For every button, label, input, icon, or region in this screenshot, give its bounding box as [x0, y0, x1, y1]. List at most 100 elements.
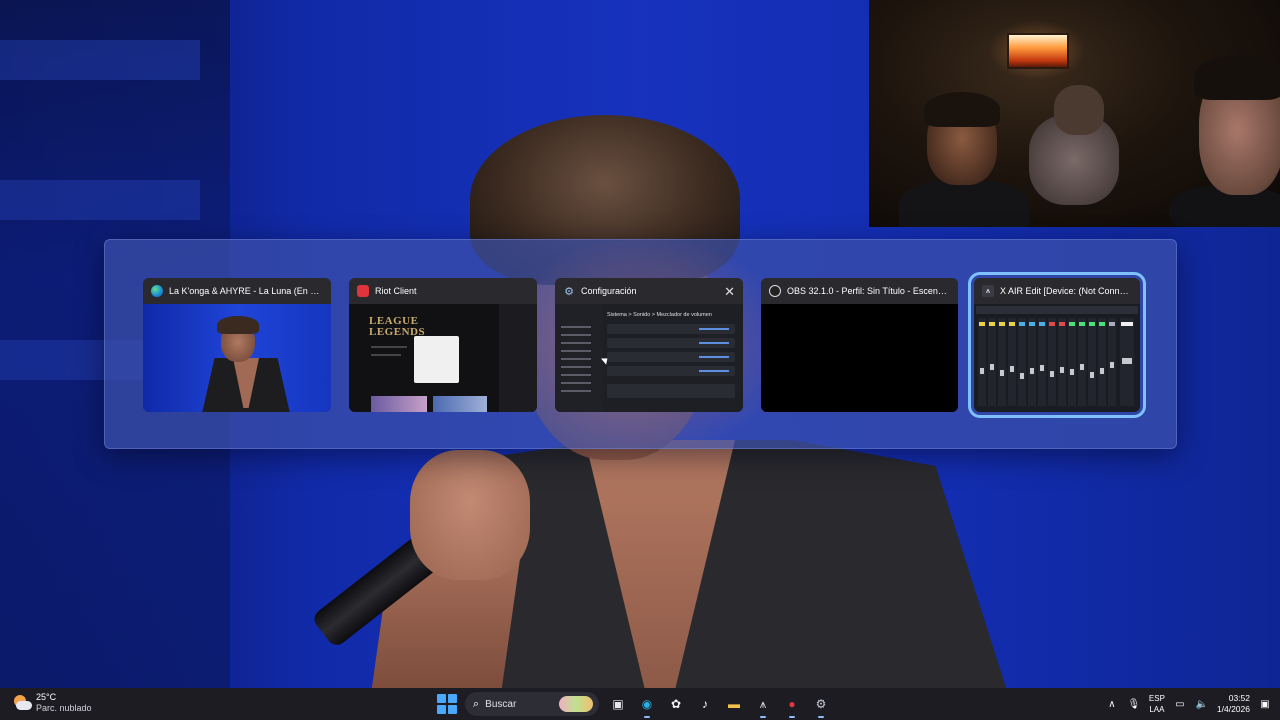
webcam-person-middle-head [1054, 85, 1104, 135]
webcam-person-left-body [899, 180, 1029, 227]
task-view-icon[interactable]: ▣ [607, 693, 629, 715]
thumb-mixer-channel [1088, 318, 1096, 406]
window-thumbnail [143, 304, 331, 412]
thumb-settings-sidebar [555, 304, 603, 412]
taskbar-clock[interactable]: 03:52 1/4/2026 [1217, 693, 1250, 715]
window-titlebar: La K'onga & AHYRE - La Luna (En Vivo Est… [143, 278, 331, 304]
thumb-mixer-master [1120, 318, 1134, 406]
taskbar-app-list: ▣ ◉ ✿ ♪ ▬ ⩚ ● ⚙ [607, 693, 832, 718]
thumb-mixer-channel [1038, 318, 1046, 406]
thumb-sidebar-item [561, 382, 591, 384]
thumb-sidebar-item [561, 390, 591, 392]
thumb-mixer-channel [1058, 318, 1066, 406]
chatgpt-icon[interactable]: ✿ [665, 693, 687, 715]
thumb-mixer-channel [978, 318, 986, 406]
thumb-game-art [371, 396, 427, 412]
thumb-mixer-channel [1028, 318, 1036, 406]
taskbar-center: ⌕ Buscar ▣ ◉ ✿ ♪ ▬ ⩚ ● ⚙ [437, 691, 832, 718]
system-tray: ∧ 🎙 ESP LAA ▭ 🔈 03:52 1/4/2026 ▣ [1105, 691, 1272, 717]
riot-icon [357, 285, 369, 297]
window-thumbnail: Sistema > Sonido > Mezclador de volumen [555, 304, 743, 412]
thumb-mixer-channel [988, 318, 996, 406]
thumb-breadcrumb: Sistema > Sonido > Mezclador de volumen [607, 312, 712, 318]
volume-icon[interactable]: 🔈 [1195, 697, 1209, 711]
windows-start-icon[interactable] [437, 694, 457, 714]
weather-condition: Parc. nublado [36, 703, 92, 713]
thumb-sidebar-item [561, 334, 591, 336]
thumb-volume-row [607, 366, 735, 376]
window-card-xair-edit[interactable]: ⩚ X AIR Edit [Device: (Not Connected)] [968, 272, 1146, 418]
window-card-obs[interactable]: OBS 32.1.0 - Perfil: Sin Título - Escena… [761, 278, 958, 412]
taskbar-search[interactable]: ⌕ Buscar [465, 692, 599, 716]
search-highlight-icon [559, 696, 593, 712]
window-title: X AIR Edit [Device: (Not Connected)] [1000, 286, 1132, 296]
thumb-sidebar-item [561, 366, 591, 368]
window-card-settings[interactable]: ⚙ Configuración ✕ Sistema > Sonido > Mez… [555, 278, 743, 412]
thumb-mixer-channel [1048, 318, 1056, 406]
thumb-mixer-channel [1098, 318, 1106, 406]
weather-widget[interactable]: 25°C Parc. nublado [12, 692, 92, 714]
gear-icon: ⚙ [564, 285, 574, 298]
clock-date: 1/4/2026 [1216, 704, 1250, 714]
thumb-volume-slider [699, 370, 729, 372]
window-card-edge-video[interactable]: La K'onga & AHYRE - La Luna (En Vivo Est… [143, 278, 331, 412]
stage-light-stripe [0, 180, 200, 220]
thumb-mixer-channel [1018, 318, 1026, 406]
fireplace-screen [1007, 33, 1069, 69]
xair-edit-icon[interactable]: ⩚ [752, 693, 774, 718]
thumb-text-line [371, 346, 407, 348]
taskbar: 25°C Parc. nublado ⌕ Buscar ▣ ◉ ✿ ♪ ▬ ⩚ ● ⚙ ∧ 🎙… [0, 688, 1280, 720]
keyboard-layout: LAA [1149, 705, 1165, 714]
thumb-mixer-channel [1108, 318, 1116, 406]
edge-icon [151, 285, 163, 297]
window-card-riot-client[interactable]: Riot Client LEAGUE LEGENDS [349, 278, 537, 412]
tiktok-icon[interactable]: ♪ [694, 693, 716, 715]
settings-icon[interactable]: ⚙ [810, 693, 832, 718]
partly-cloudy-icon [12, 693, 32, 713]
file-explorer-icon[interactable]: ▬ [723, 693, 745, 715]
thumb-volume-slider [699, 356, 729, 358]
thumb-sidebar-item [561, 350, 591, 352]
weather-text: 25°C Parc. nublado [36, 692, 92, 714]
thumb-volume-row [607, 338, 735, 348]
search-placeholder: Buscar [485, 698, 517, 710]
language-code: ESP [1148, 694, 1165, 703]
weather-temp: 25°C [36, 692, 57, 702]
window-title: Configuración [581, 286, 637, 296]
chevron-up-icon[interactable]: ∧ [1105, 697, 1119, 711]
riot-client-icon[interactable]: ● [781, 693, 803, 718]
thumb-sidebar-item [561, 374, 591, 376]
input-language[interactable]: ESP LAA [1149, 693, 1165, 715]
thumb-volume-slider [699, 342, 729, 344]
obs-icon [769, 285, 781, 297]
thumb-mixer-channel [1078, 318, 1086, 406]
microphone-icon[interactable]: 🎙 [1127, 697, 1141, 711]
thumb-text-line [371, 354, 401, 356]
xair-icon: ⩚ [982, 285, 994, 297]
display-icon[interactable]: ▭ [1173, 697, 1187, 711]
thumb-info-row [607, 384, 735, 398]
window-thumbnail [974, 304, 1140, 412]
thumb-volume-row [607, 352, 735, 362]
window-title: OBS 32.1.0 - Perfil: Sin Título - Escena… [787, 286, 950, 296]
close-icon[interactable]: ✕ [724, 285, 735, 298]
webcam-person-left-hair [924, 92, 1000, 127]
edge-icon[interactable]: ◉ [636, 693, 658, 718]
window-titlebar: ⚙ Configuración ✕ [555, 278, 743, 304]
thumb-dialog [414, 336, 459, 383]
window-titlebar: OBS 32.1.0 - Perfil: Sin Título - Escena… [761, 278, 958, 304]
thumb-mixer-channel [998, 318, 1006, 406]
thumb-game-art [433, 396, 487, 412]
notification-icon[interactable]: ▣ [1258, 697, 1272, 711]
webcam-overlay [869, 0, 1280, 227]
window-titlebar: Riot Client [349, 278, 537, 304]
thumb-sidebar-item [561, 358, 591, 360]
thumb-volume-row [607, 324, 735, 334]
alt-tab-switcher: La K'onga & AHYRE - La Luna (En Vivo Est… [104, 239, 1177, 450]
league-of-legends-logo: LEAGUE LEGENDS [369, 316, 425, 338]
thumb-mixer-header [976, 306, 1138, 314]
search-icon: ⌕ [473, 697, 480, 710]
window-thumbnail [761, 304, 958, 412]
thumb-friends-panel [499, 304, 537, 412]
stage-light-stripe [0, 40, 200, 80]
